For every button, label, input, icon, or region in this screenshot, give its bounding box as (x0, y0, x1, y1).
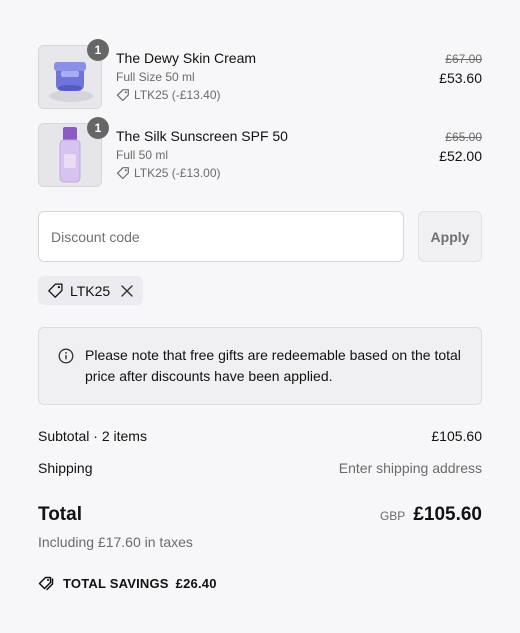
quantity-badge: 1 (87, 39, 109, 61)
tag-icon (48, 283, 63, 298)
tag-icon (116, 167, 129, 180)
item-discount: LTK25 (-£13.40) (116, 88, 221, 102)
remove-discount-button[interactable] (120, 284, 134, 298)
total-label: Total (38, 504, 82, 525)
line-item: 1 The Silk Sunscreen SPF 50 Full 50 ml L… (38, 117, 482, 187)
discounted-price: £52.00 (439, 148, 482, 164)
original-price: £67.00 (445, 52, 482, 66)
apply-button[interactable]: Apply (418, 211, 482, 262)
product-variant: Full Size 50 ml (116, 70, 195, 84)
line-item: 1 The Dewy Skin Cream Full Size 50 ml LT… (38, 39, 482, 109)
total-savings: TOTAL SAVINGS £26.40 (38, 575, 217, 591)
discount-form: Apply (38, 211, 482, 262)
total-amount: £105.60 (413, 504, 482, 525)
total-amount-group: GBP £105.60 (380, 504, 482, 526)
product-image: 1 (38, 117, 109, 187)
close-icon (121, 284, 133, 297)
applied-code-label: LTK25 (70, 282, 111, 299)
item-discount-text: LTK25 (-£13.00) (134, 166, 221, 180)
notice-text: Please note that free gifts are redeemab… (85, 347, 461, 384)
discounted-price: £53.60 (439, 70, 482, 86)
subtotal-value: £105.60 (431, 428, 482, 444)
item-discount-text: LTK25 (-£13.40) (134, 88, 221, 102)
quantity-badge: 1 (87, 117, 109, 139)
applied-discount-tag: LTK25 (38, 276, 144, 305)
tag-icon (116, 89, 129, 102)
info-icon (58, 348, 74, 364)
currency-code: GBP (379, 509, 406, 523)
product-name: The Silk Sunscreen SPF 50 (116, 128, 288, 144)
shipping-label: Shipping (38, 460, 93, 476)
subtotal-label: Subtotal · 2 items (38, 428, 147, 444)
tags-icon (38, 576, 54, 591)
product-name: The Dewy Skin Cream (116, 50, 257, 66)
product-variant: Full 50 ml (116, 148, 169, 162)
original-price: £65.00 (445, 130, 482, 144)
discount-code-input[interactable] (38, 211, 404, 262)
product-image: 1 (38, 39, 109, 109)
free-gift-notice: Please note that free gifts are redeemab… (38, 327, 482, 405)
item-discount: LTK25 (-£13.00) (116, 166, 221, 180)
savings-value: £26.40 (175, 575, 217, 591)
savings-label: TOTAL SAVINGS (63, 575, 169, 591)
shipping-value: Enter shipping address (338, 460, 482, 476)
taxes-note: Including £17.60 in taxes (38, 534, 193, 550)
